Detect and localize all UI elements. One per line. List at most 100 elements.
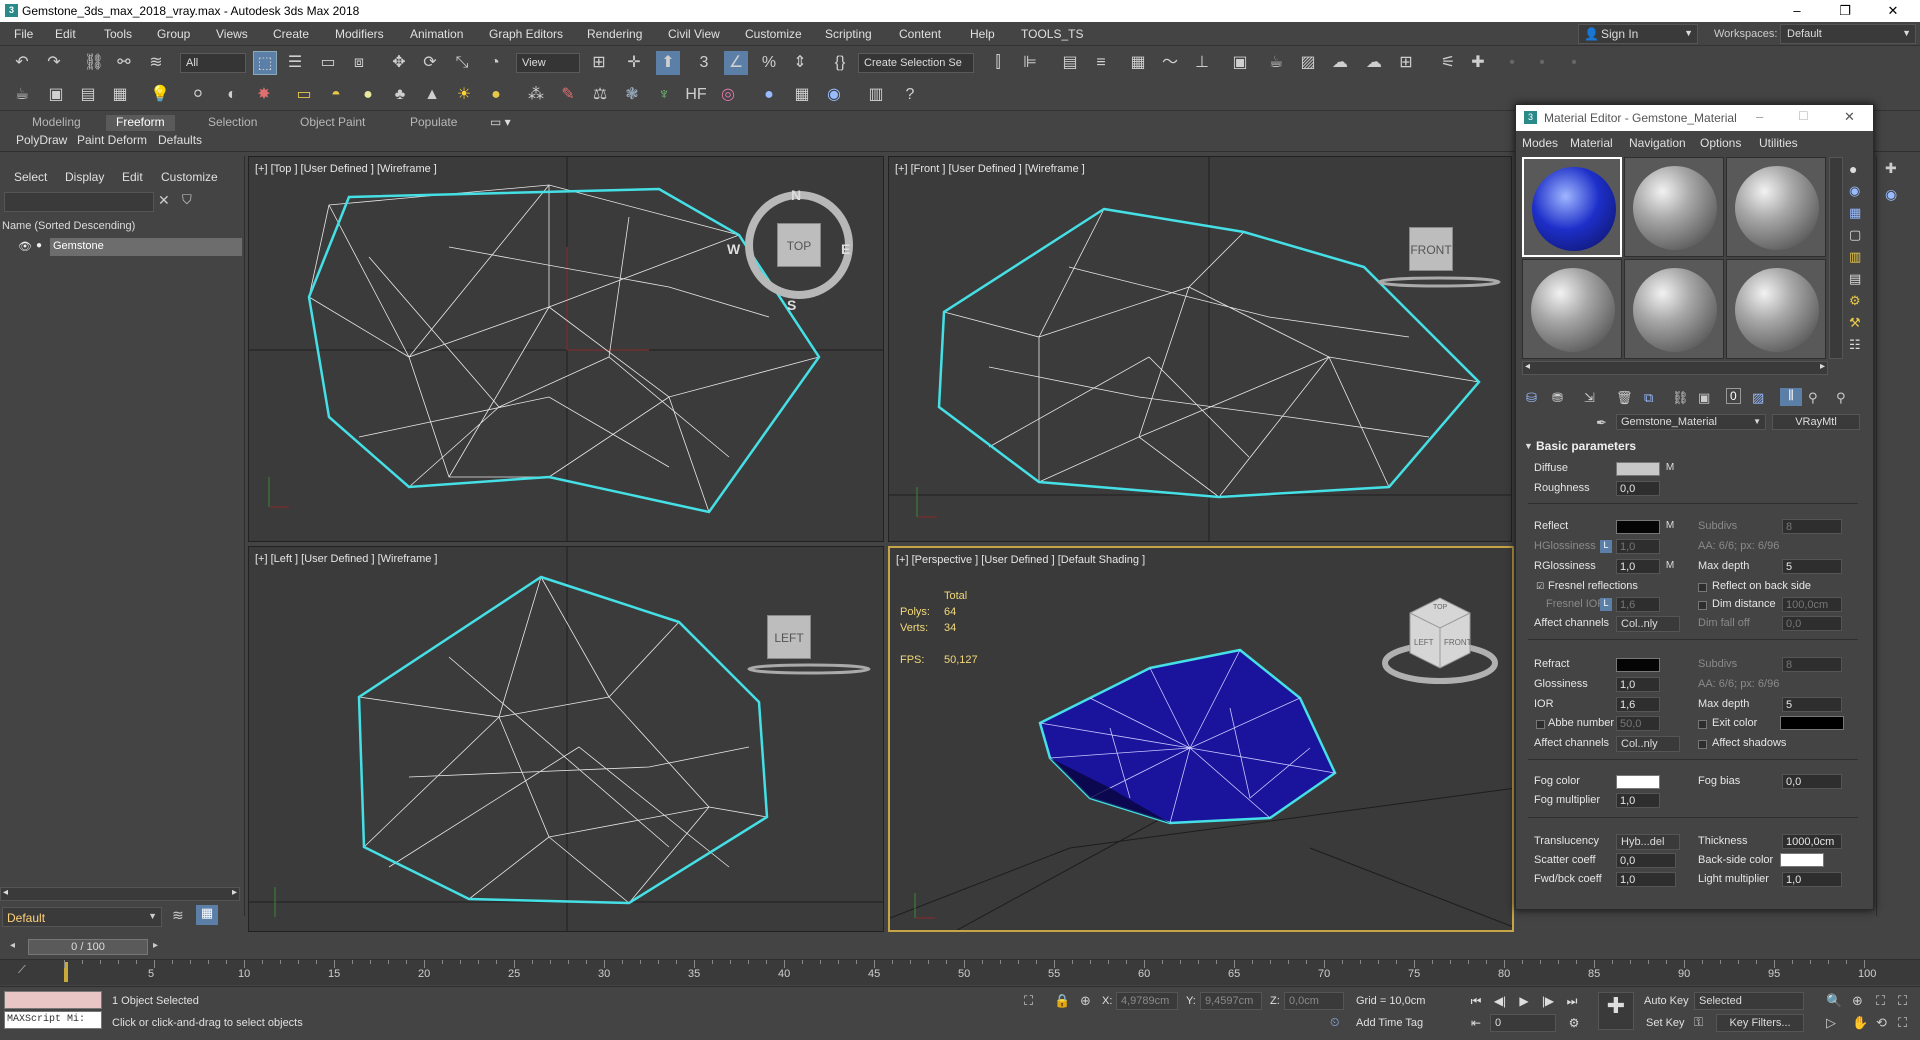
isolate-selection-icon[interactable]: ⛶: [1024, 993, 1033, 1009]
menu-file[interactable]: File: [14, 27, 33, 41]
link-icon[interactable]: ⛓: [82, 51, 106, 75]
menu-create[interactable]: Create: [273, 27, 309, 41]
angle-snap-icon[interactable]: ∠: [724, 51, 748, 75]
render-setup-icon[interactable]: ☕: [1264, 51, 1288, 75]
zoom-icon[interactable]: 🔍: [1826, 993, 1842, 1009]
keyboard-shortcut-icon[interactable]: ⬆: [656, 51, 680, 75]
pivot-center-icon[interactable]: ⊞: [587, 51, 611, 75]
select-object-icon[interactable]: ⬚: [253, 51, 277, 75]
backside-color-swatch[interactable]: [1780, 853, 1824, 867]
light-lister-icon[interactable]: 💡: [148, 83, 172, 107]
material-slot-2[interactable]: [1624, 157, 1724, 257]
sample-type-icon[interactable]: ●: [1849, 161, 1857, 177]
viewcube-left-face[interactable]: LEFT: [1414, 638, 1434, 647]
viewcube-front-face[interactable]: FRONT: [1444, 638, 1472, 647]
curve-editor-icon[interactable]: 〜: [1158, 51, 1182, 75]
max-depth-reflect-spinner[interactable]: 5: [1782, 559, 1842, 574]
material-slot-4[interactable]: [1522, 259, 1622, 359]
spot-light-icon[interactable]: ⚪: [186, 83, 210, 107]
next-frame-icon[interactable]: |▶: [1538, 992, 1558, 1010]
selection-filter-select[interactable]: All: [180, 53, 246, 73]
material-id-icon[interactable]: ▣: [1698, 390, 1710, 406]
tab-freeform[interactable]: Freeform: [106, 115, 175, 131]
time-tag-icon[interactable]: ⏲: [1330, 1015, 1339, 1030]
menu-tools-ts[interactable]: TOOLS_TS: [1021, 27, 1083, 41]
material-slot-3[interactable]: [1726, 157, 1826, 257]
sphere-light-icon[interactable]: ●: [356, 83, 380, 107]
auto-key-button[interactable]: Auto Key: [1644, 995, 1689, 1007]
reflect-backside-checkbox[interactable]: [1698, 583, 1707, 592]
menu-views[interactable]: Views: [216, 27, 248, 41]
menu-scripting[interactable]: Scripting: [825, 27, 872, 41]
material-editor-icon[interactable]: ▣: [1228, 51, 1252, 75]
restore-button[interactable]: ❐: [1822, 0, 1868, 22]
x-coordinate-field[interactable]: 4,9789cm: [1116, 992, 1178, 1010]
viewport-top[interactable]: [+] [Top ] [User Defined ] [Wireframe ] …: [248, 156, 884, 542]
zoom-all-icon[interactable]: ⊕: [1852, 993, 1863, 1009]
explorer-tab-select[interactable]: Select: [14, 170, 47, 184]
help-icon[interactable]: ?: [898, 83, 922, 107]
vray-sphere-icon[interactable]: ❃: [620, 83, 644, 107]
subtab-polydraw[interactable]: PolyDraw: [16, 133, 67, 149]
percent-snap-icon[interactable]: %: [757, 51, 781, 75]
rectangular-selection-icon[interactable]: ▭: [316, 51, 340, 75]
rglossiness-map-button[interactable]: M: [1664, 560, 1676, 574]
tab-selection[interactable]: Selection: [198, 115, 267, 131]
clear-search-icon[interactable]: ✕: [158, 192, 170, 209]
show-shaded-material-icon[interactable]: ▨: [1752, 390, 1764, 406]
section-basic-parameters[interactable]: Basic parameters: [1536, 439, 1636, 453]
fog-color-swatch[interactable]: [1616, 775, 1660, 789]
set-key-large-button[interactable]: ✚: [1598, 992, 1634, 1030]
orbit-icon[interactable]: ⟲: [1876, 1015, 1887, 1031]
add-time-tag-button[interactable]: Add Time Tag: [1356, 1017, 1423, 1029]
menu-help[interactable]: Help: [970, 27, 995, 41]
material-slot-5[interactable]: [1624, 259, 1724, 359]
subdivs-refract-spinner[interactable]: 8: [1782, 657, 1842, 672]
go-to-start-icon[interactable]: ⏮: [1466, 992, 1486, 1010]
vfb-history-icon[interactable]: ▦: [108, 83, 132, 107]
chevron-left-icon[interactable]: ◂: [3, 887, 8, 898]
material-type-button[interactable]: VRayMtl: [1772, 414, 1860, 430]
hglossiness-spinner[interactable]: 1,0: [1616, 539, 1660, 554]
material-name-field[interactable]: Gemstone_Material ▼: [1616, 414, 1766, 430]
scatter-coeff-spinner[interactable]: 0,0: [1616, 853, 1676, 868]
redo-icon[interactable]: ↷: [42, 51, 66, 75]
diffuse-color-swatch[interactable]: [1616, 462, 1660, 476]
slots-horizontal-scrollbar[interactable]: ◂ ▸: [1522, 361, 1828, 375]
ribbon-options-icon[interactable]: ▭ ▾: [480, 115, 521, 131]
affect-channels-2-select[interactable]: Col..nly: [1616, 736, 1680, 752]
translucency-select[interactable]: Hyb...del: [1616, 834, 1680, 850]
close-button[interactable]: ✕: [1844, 109, 1855, 125]
minimize-button[interactable]: –: [1756, 109, 1763, 124]
viewport-perspective[interactable]: [+] [Perspective ] [User Defined ] [Defa…: [888, 546, 1514, 932]
bind-spacewarp-icon[interactable]: ≋: [144, 51, 168, 75]
menu-modes[interactable]: Modes: [1522, 136, 1558, 150]
subtab-paint-deform[interactable]: Paint Deform: [77, 133, 147, 149]
vray-sun-icon[interactable]: ✸: [252, 83, 276, 107]
mirror-icon[interactable]: ⫿: [986, 51, 1010, 75]
time-slider-thumb[interactable]: 0 / 100: [28, 939, 148, 955]
fresnel-ior-spinner[interactable]: 1,6: [1616, 597, 1660, 612]
scene-explorer-icon[interactable]: ▦: [196, 905, 218, 925]
layer-select[interactable]: Default ▼: [2, 907, 162, 927]
fog-multiplier-spinner[interactable]: 1,0: [1616, 793, 1660, 808]
menu-animation[interactable]: Animation: [410, 27, 463, 41]
previous-frame-icon[interactable]: ◀|: [1490, 992, 1510, 1010]
field-of-view-icon[interactable]: ▷: [1826, 1015, 1836, 1031]
play-icon[interactable]: ▶: [1514, 992, 1534, 1010]
select-by-material-icon[interactable]: ⚒: [1849, 315, 1861, 331]
time-config-icon[interactable]: ⚙: [1564, 1014, 1584, 1032]
frame-buffer-icon[interactable]: ▣: [44, 83, 68, 107]
render-iterative-icon[interactable]: ☁: [1362, 51, 1386, 75]
maxscript-mini-listener[interactable]: MAXScript Mi:: [4, 1011, 102, 1029]
create-panel-icon[interactable]: ✚: [1885, 160, 1897, 177]
go-to-end-icon[interactable]: ⏭: [1562, 992, 1582, 1010]
select-by-name-icon[interactable]: ☰: [283, 51, 307, 75]
subdivs-reflect-spinner[interactable]: 8: [1782, 519, 1842, 534]
menu-tools[interactable]: Tools: [104, 27, 132, 41]
reflect-map-button[interactable]: M: [1664, 520, 1676, 534]
menu-utilities[interactable]: Utilities: [1759, 136, 1798, 150]
material-override-icon[interactable]: ◉: [822, 83, 846, 107]
vray-proxy-icon[interactable]: ⁂: [524, 83, 548, 107]
viewport-left[interactable]: [+] [Left ] [User Defined ] [Wireframe ]…: [248, 546, 884, 932]
